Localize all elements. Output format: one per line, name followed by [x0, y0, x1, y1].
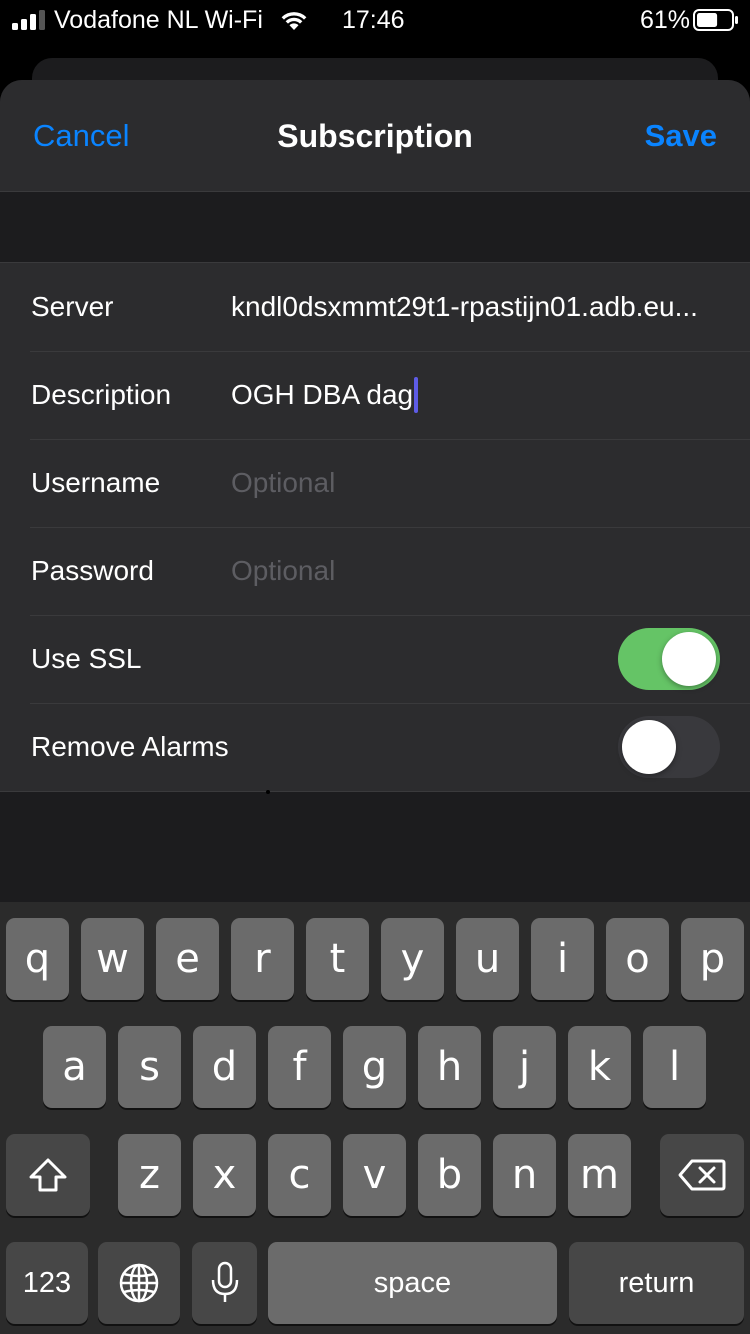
key-s[interactable]: s — [118, 1026, 181, 1108]
server-label: Server — [31, 291, 114, 322]
shift-icon — [29, 1158, 67, 1192]
key-l[interactable]: l — [643, 1026, 706, 1108]
description-row: Description OGH DBA dag — [0, 351, 750, 439]
key-u[interactable]: u — [456, 918, 519, 1000]
battery-percentage: 61% — [640, 6, 691, 34]
key-n[interactable]: n — [493, 1134, 556, 1216]
key-x[interactable]: x — [193, 1134, 256, 1216]
use-ssl-label: Use SSL — [31, 643, 142, 674]
save-button[interactable]: Save — [645, 118, 717, 154]
key-p[interactable]: p — [681, 918, 744, 1000]
server-field[interactable]: kndl0dsxmmt29t1-rpastijn01.adb.eu... — [231, 289, 720, 325]
key-h[interactable]: h — [418, 1026, 481, 1108]
battery-icon — [693, 9, 738, 31]
remove-alarms-label: Remove Alarms — [31, 731, 229, 762]
description-value: OGH DBA dag — [231, 379, 414, 410]
key-a[interactable]: a — [43, 1026, 106, 1108]
key-m[interactable]: m — [568, 1134, 631, 1216]
key-o[interactable]: o — [606, 918, 669, 1000]
return-key[interactable]: return — [569, 1242, 744, 1324]
key-q[interactable]: q — [6, 918, 69, 1000]
cellular-signal-icon — [12, 10, 45, 30]
shift-key[interactable] — [6, 1134, 90, 1216]
status-bar: Vodafone NL Wi-Fi 17:46 61% — [0, 0, 750, 40]
navigation-bar: Cancel Subscription Save — [0, 80, 750, 192]
toggle-knob — [662, 632, 716, 686]
key-b[interactable]: b — [418, 1134, 481, 1216]
subscription-form: Server kndl0dsxmmt29t1-rpastijn01.adb.eu… — [0, 262, 750, 792]
globe-icon — [119, 1263, 159, 1303]
page-title: Subscription — [277, 118, 473, 154]
numbers-key[interactable]: 123 — [6, 1242, 88, 1324]
description-label: Description — [31, 379, 172, 410]
globe-key[interactable] — [98, 1242, 180, 1324]
username-label: Username — [31, 467, 161, 498]
key-t[interactable]: t — [306, 918, 369, 1000]
key-w[interactable]: w — [81, 918, 144, 1000]
divider-dot — [266, 790, 270, 794]
key-z[interactable]: z — [118, 1134, 181, 1216]
key-y[interactable]: y — [381, 918, 444, 1000]
username-row: Username Optional — [0, 439, 750, 527]
wifi-icon — [281, 12, 307, 30]
clock: 17:46 — [342, 6, 405, 34]
use-ssl-row: Use SSL — [0, 615, 750, 703]
key-f[interactable]: f — [268, 1026, 331, 1108]
key-j[interactable]: j — [493, 1026, 556, 1108]
microphone-icon — [211, 1261, 238, 1302]
key-r[interactable]: r — [231, 918, 294, 1000]
remove-alarms-toggle[interactable] — [618, 716, 720, 778]
username-field[interactable]: Optional — [231, 465, 720, 501]
server-row: Server kndl0dsxmmt29t1-rpastijn01.adb.eu… — [0, 263, 750, 351]
delete-icon — [678, 1159, 726, 1191]
text-cursor — [414, 377, 419, 413]
key-v[interactable]: v — [343, 1134, 406, 1216]
password-label: Password — [31, 555, 154, 586]
key-g[interactable]: g — [343, 1026, 406, 1108]
password-row: Password Optional — [0, 527, 750, 615]
key-c[interactable]: c — [268, 1134, 331, 1216]
key-k[interactable]: k — [568, 1026, 631, 1108]
toggle-knob — [622, 720, 676, 774]
key-e[interactable]: e — [156, 918, 219, 1000]
delete-key[interactable] — [660, 1134, 744, 1216]
remove-alarms-row: Remove Alarms — [0, 703, 750, 791]
description-field[interactable]: OGH DBA dag — [231, 377, 419, 413]
keyboard: qwertyuiop asdfghjkl zxcvbnm 123 space r… — [0, 902, 750, 1334]
use-ssl-toggle[interactable] — [618, 628, 720, 690]
key-d[interactable]: d — [193, 1026, 256, 1108]
space-key[interactable]: space — [268, 1242, 557, 1324]
carrier-name: Vodafone NL Wi-Fi — [54, 6, 263, 34]
dictation-key[interactable] — [192, 1242, 257, 1324]
key-i[interactable]: i — [531, 918, 594, 1000]
password-field[interactable]: Optional — [231, 553, 720, 589]
